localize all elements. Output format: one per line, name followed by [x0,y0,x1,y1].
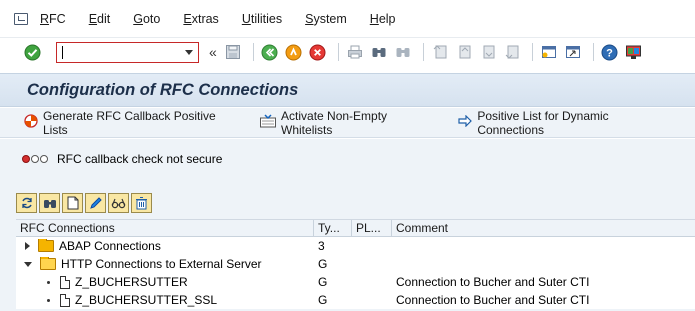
standard-toolbar: « ? [0,38,695,66]
page-title: Configuration of RFC Connections [27,80,299,99]
back-icon[interactable] [260,42,280,62]
tree-header: RFC Connections Ty... PL... Comment [16,220,695,237]
expand-arrow-icon[interactable] [25,242,30,250]
next-page-icon[interactable] [478,42,498,62]
customize-layout-icon[interactable] [624,42,644,62]
activate-whitelists-button[interactable]: Activate Non-Empty Whitelists [260,109,440,137]
menu-extras[interactable]: Extras [183,12,218,26]
edit-pencil-icon[interactable] [85,193,106,213]
node-label: Z_BUCHERSUTTER_SSL [75,293,218,307]
generate-icon [24,114,38,131]
activate-icon [260,114,277,131]
node-comment: Connection to Bucher and Suter CTI [396,275,590,289]
node-comment: Connection to Bucher and Suter CTI [396,293,590,307]
tree-toolbar [16,193,154,213]
create-icon[interactable] [62,193,83,213]
column-header-rfc-connections[interactable]: RFC Connections [16,220,314,236]
menu-system[interactable]: System [305,12,347,26]
collapse-arrow-icon[interactable] [24,261,32,267]
create-session-icon[interactable] [539,42,559,62]
node-label: ABAP Connections [59,239,161,253]
system-menu-icon[interactable] [14,12,28,25]
chevron-down-icon[interactable] [185,49,193,55]
node-type: G [318,293,328,307]
svg-text:?: ? [606,47,613,59]
title-bar: Configuration of RFC Connections [0,73,695,107]
exit-icon[interactable] [284,42,304,62]
tree-row[interactable]: HTTP Connections to External Server G [16,255,695,273]
tree-row[interactable]: Z_BUCHERSUTTER G Connection to Bucher an… [16,273,695,291]
menu-rfc[interactable]: RFC [40,12,66,26]
command-field[interactable] [56,41,199,63]
node-label: Z_BUCHERSUTTER [75,275,188,289]
delete-trash-icon[interactable] [131,193,152,213]
cancel-icon[interactable] [308,42,328,62]
tree-row[interactable]: ABAP Connections 3 [16,237,695,255]
document-icon [60,275,70,289]
menu-bar: RFC Edit Goto Extras Utilities System He… [0,0,695,38]
menu-edit[interactable]: Edit [89,12,111,26]
help-icon[interactable]: ? [600,42,620,62]
search-icon[interactable] [39,193,60,213]
content-area: RFC callback check not secure RFC Connec… [0,139,695,311]
first-page-icon[interactable] [430,42,450,62]
collapse-toolbar-icon[interactable]: « [209,44,217,60]
dynamic-connections-button[interactable]: Positive List for Dynamic Connections [458,109,677,137]
command-input[interactable] [57,42,177,62]
print-icon[interactable] [345,42,365,62]
folder-icon [38,239,54,252]
rfc-connections-tree: RFC Connections Ty... PL... Comment ABAP… [16,219,695,309]
folder-open-icon [40,257,56,270]
status-line: RFC callback check not secure [22,152,222,166]
menu-help[interactable]: Help [370,12,396,26]
application-toolbar: Generate RFC Callback Positive Lists Act… [0,108,695,138]
node-label: HTTP Connections to External Server [61,257,262,271]
traffic-light-icon [22,155,49,163]
refresh-icon[interactable] [16,193,37,213]
column-header-pl[interactable]: PL... [352,220,392,236]
menu-utilities[interactable]: Utilities [242,12,282,26]
enter-checkmark-icon[interactable] [22,42,42,62]
previous-page-icon[interactable] [454,42,474,62]
node-type: G [318,275,328,289]
document-icon [60,293,70,307]
status-text: RFC callback check not secure [57,152,223,166]
arrow-right-icon [458,114,473,130]
tree-row[interactable]: Z_BUCHERSUTTER_SSL G Connection to Buche… [16,291,695,309]
column-header-type[interactable]: Ty... [314,220,352,236]
generate-callback-lists-button[interactable]: Generate RFC Callback Positive Lists [24,109,242,137]
node-type: 3 [318,239,325,253]
column-header-comment[interactable]: Comment [392,220,695,236]
shortcut-icon[interactable] [563,42,583,62]
display-glasses-icon[interactable] [108,193,129,213]
find-icon[interactable] [369,42,389,62]
last-page-icon[interactable] [502,42,522,62]
find-next-icon[interactable] [393,42,413,62]
menu-goto[interactable]: Goto [133,12,160,26]
save-icon[interactable] [223,42,243,62]
node-type: G [318,257,328,271]
